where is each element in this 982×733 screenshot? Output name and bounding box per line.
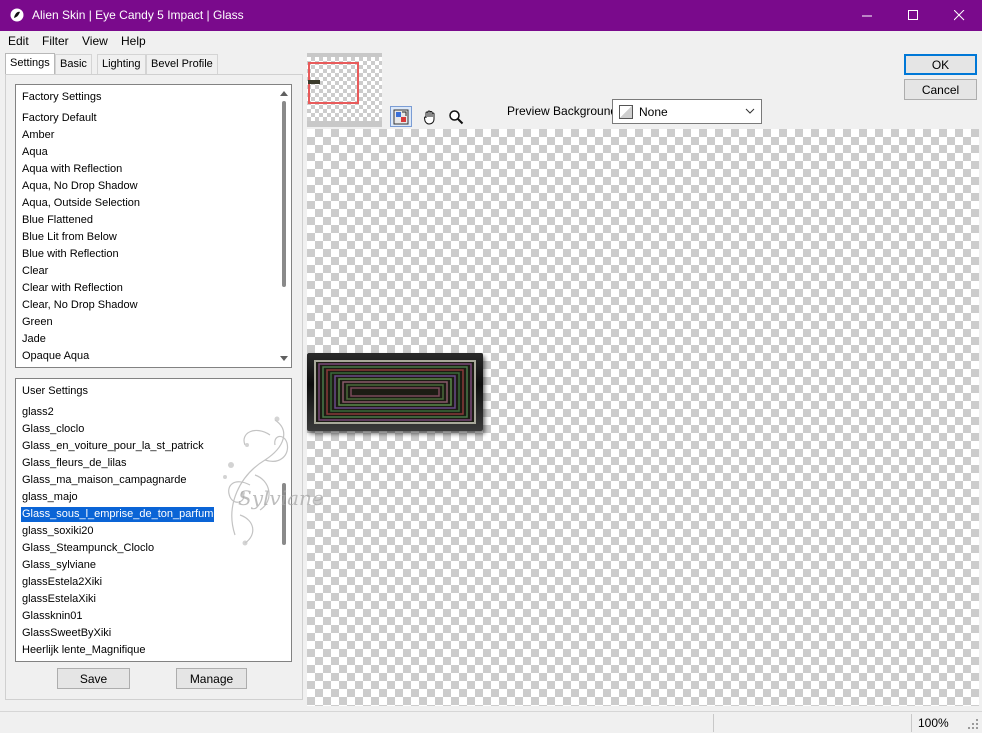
scroll-down-icon[interactable]	[280, 356, 288, 361]
list-item[interactable]: Heerlijk lente_Magnifique	[22, 643, 146, 658]
save-label: Save	[79, 671, 108, 686]
close-button[interactable]	[936, 0, 982, 31]
list-item[interactable]: Clear with Reflection	[22, 281, 123, 296]
manage-button[interactable]: Manage	[176, 668, 247, 689]
tab-settings[interactable]: Settings	[5, 53, 55, 74]
list-item[interactable]: Glass_sylviane	[22, 558, 96, 573]
list-item[interactable]: Blue Flattened	[22, 213, 93, 228]
app-logo-icon	[10, 8, 24, 22]
manage-label: Manage	[189, 671, 234, 686]
list-item[interactable]: glass_soxiki20	[22, 524, 94, 539]
navigator-preview-shape	[308, 80, 320, 84]
minimize-icon	[861, 15, 872, 17]
list-item[interactable]: Glass_en_voiture_pour_la_st_patrick	[22, 439, 204, 454]
menu-filter[interactable]: Filter	[42, 34, 69, 48]
cancel-button[interactable]: Cancel	[904, 79, 977, 100]
list-item[interactable]: Blue with Reflection	[22, 247, 119, 262]
menu-bar: Edit Filter View Help	[0, 31, 982, 52]
hand-tool-button[interactable]	[419, 106, 441, 127]
status-bar: 100%	[0, 711, 982, 733]
list-item[interactable]: Aqua with Reflection	[22, 162, 122, 177]
navigator-thumbnail[interactable]	[307, 53, 382, 127]
list-item[interactable]: Factory Default	[22, 111, 97, 126]
menu-edit[interactable]: Edit	[8, 34, 29, 48]
scroll-up-icon[interactable]	[280, 91, 288, 96]
list-item[interactable]: glassEstela2Xiki	[22, 575, 102, 590]
preview-background-value: None	[639, 105, 668, 119]
preview-toggle-icon	[393, 109, 409, 124]
background-swatch-icon	[619, 105, 633, 119]
title-bar: Alien Skin | Eye Candy 5 Impact | Glass	[0, 0, 982, 31]
zoom-level: 100%	[918, 716, 949, 730]
list-item[interactable]: Aqua	[22, 145, 48, 160]
settings-tabs: Settings Basic Lighting Bevel Profile	[5, 53, 305, 74]
list-item[interactable]: Clear	[22, 264, 48, 279]
resize-grip-icon[interactable]	[968, 719, 979, 730]
tab-basic[interactable]: Basic	[55, 54, 92, 74]
list-item[interactable]: glass2	[22, 405, 54, 420]
ok-label: OK	[931, 57, 950, 72]
status-divider	[713, 714, 714, 732]
glass-pattern-image	[314, 360, 476, 424]
zoom-tool-button[interactable]	[445, 106, 467, 127]
preview-background-label: Preview Background:	[507, 104, 621, 118]
save-button[interactable]: Save	[57, 668, 130, 689]
list-item[interactable]: GlassSweetByXiki	[22, 626, 111, 641]
status-divider	[911, 714, 912, 732]
list-item[interactable]: glassEstelaXiki	[22, 592, 96, 607]
list-item[interactable]: Opaque Aqua	[22, 349, 89, 364]
preview-background-select[interactable]: None	[612, 99, 762, 124]
list-item[interactable]: Glass_Steampunck_Cloclo	[22, 541, 154, 556]
list-item[interactable]: Jade	[22, 332, 46, 347]
list-item[interactable]: Blue Lit from Below	[22, 230, 117, 245]
list-item[interactable]: Glass_fleurs_de_lilas	[22, 456, 127, 471]
menu-help[interactable]: Help	[121, 34, 146, 48]
scroll-thumb[interactable]	[282, 101, 286, 287]
maximize-icon	[907, 10, 918, 20]
chevron-down-icon	[745, 108, 755, 114]
maximize-button[interactable]	[890, 0, 936, 31]
list-item[interactable]: Green	[22, 315, 53, 330]
list-item[interactable]: Aqua, No Drop Shadow	[22, 179, 138, 194]
ok-button[interactable]: OK	[904, 54, 977, 75]
list-item[interactable]: Amber	[22, 128, 54, 143]
cancel-label: Cancel	[921, 82, 960, 97]
tab-bevel-profile[interactable]: Bevel Profile	[146, 54, 218, 74]
factory-settings-header: Factory Settings	[22, 91, 102, 103]
preview-toggle-button[interactable]	[390, 106, 412, 127]
list-item[interactable]: Clear, No Drop Shadow	[22, 298, 138, 313]
list-item[interactable]: Glass_ma_maison_campagnarde	[22, 473, 186, 488]
list-item[interactable]: Aqua, Outside Selection	[22, 196, 140, 211]
window-title: Alien Skin | Eye Candy 5 Impact | Glass	[32, 8, 244, 22]
glass-effect-preview	[307, 353, 483, 431]
list-item[interactable]: glass_majo	[22, 490, 78, 505]
list-item-selected[interactable]: Glass_sous_l_emprise_de_ton_parfum	[19, 506, 216, 523]
factory-settings-list[interactable]: Factory Settings Factory Default Amber A…	[15, 84, 292, 368]
factory-scrollbar[interactable]	[277, 85, 291, 367]
menu-view[interactable]: View	[82, 34, 108, 48]
magnifier-icon	[449, 109, 464, 124]
user-settings-header: User Settings	[22, 385, 89, 397]
hand-icon	[424, 110, 435, 125]
watermark-signature: Sylviane	[238, 486, 324, 510]
minimize-button[interactable]	[844, 0, 890, 31]
list-item[interactable]: Glassknin01	[22, 609, 83, 624]
close-icon	[953, 10, 964, 21]
tab-lighting[interactable]: Lighting	[97, 54, 146, 74]
list-item[interactable]: Glass_cloclo	[22, 422, 84, 437]
